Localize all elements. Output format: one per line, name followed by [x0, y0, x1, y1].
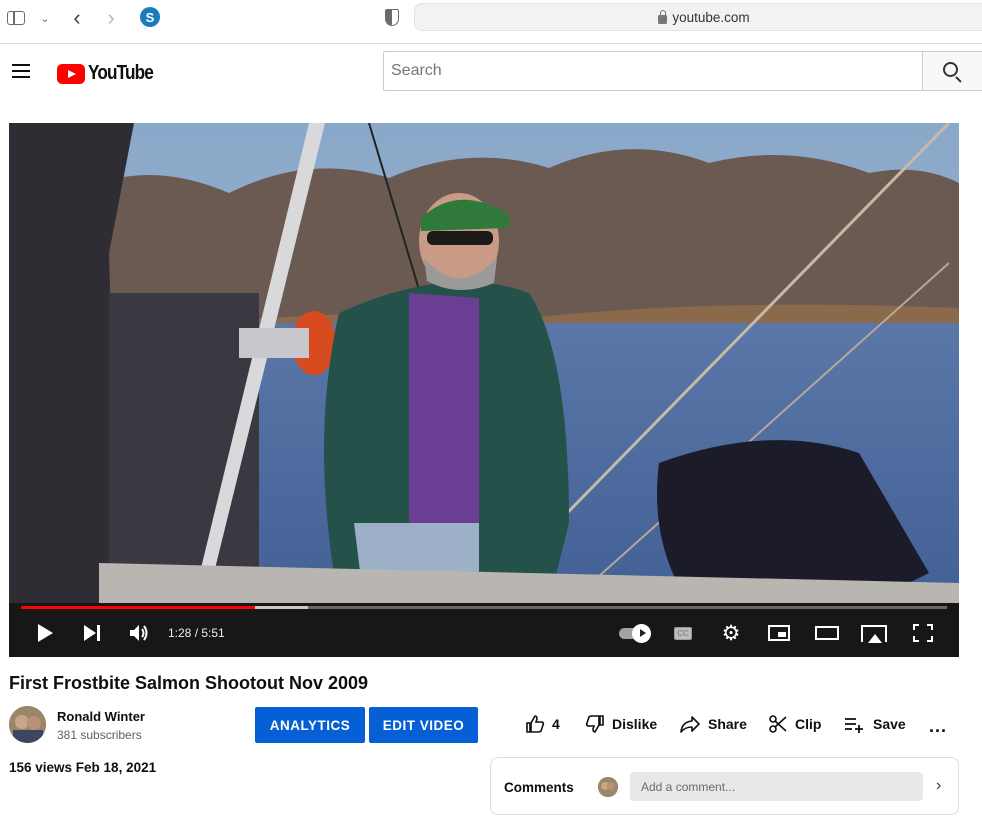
- time-display: 1:28 / 5:51: [168, 626, 225, 640]
- menu-icon[interactable]: [12, 64, 30, 78]
- like-button[interactable]: 4: [525, 713, 560, 735]
- save-button[interactable]: Save: [844, 713, 906, 735]
- edit-video-button[interactable]: EDIT VIDEO: [369, 707, 478, 743]
- comments-label: Comments: [504, 780, 574, 795]
- views-and-date: 156 views Feb 18, 2021: [9, 760, 157, 775]
- url-text: youtube.com: [672, 9, 750, 25]
- subscriber-count: 381 subscribers: [57, 728, 142, 742]
- youtube-logo[interactable]: YouTube: [57, 62, 164, 85]
- play-icon[interactable]: [35, 621, 55, 645]
- thumbs-up-icon: [526, 715, 545, 733]
- video-frame: [9, 123, 959, 657]
- share-button[interactable]: Share: [679, 713, 747, 735]
- gear-icon[interactable]: ⚙: [719, 621, 743, 645]
- search-button[interactable]: [922, 51, 982, 91]
- share-icon: [680, 716, 700, 733]
- clip-label: Clip: [795, 716, 822, 732]
- cc-label: CC: [674, 626, 692, 640]
- user-avatar: [598, 777, 618, 797]
- next-icon[interactable]: [81, 621, 103, 645]
- captions-icon[interactable]: CC: [671, 621, 695, 645]
- share-label: Share: [708, 716, 747, 732]
- logo-text: YouTube: [88, 62, 154, 84]
- airplay-icon[interactable]: [860, 621, 888, 645]
- channel-name[interactable]: Ronald Winter: [57, 709, 145, 724]
- autoplay-toggle[interactable]: [616, 621, 651, 645]
- more-options-icon[interactable]: ...: [929, 715, 947, 737]
- channel-avatar[interactable]: [9, 706, 46, 743]
- sidebar-icon[interactable]: [5, 8, 27, 28]
- extension-letter: S: [145, 9, 155, 25]
- clip-button[interactable]: Clip: [768, 713, 821, 735]
- thumbs-down-icon: [585, 715, 604, 733]
- youtube-header: YouTube: [0, 45, 982, 99]
- volume-icon[interactable]: [127, 621, 151, 645]
- dislike-button[interactable]: Dislike: [585, 713, 657, 735]
- like-count: 4: [552, 716, 560, 732]
- chevron-down-icon[interactable]: ⌄: [34, 8, 56, 28]
- comments-panel[interactable]: Comments ›: [490, 757, 959, 815]
- youtube-play-icon: [57, 63, 85, 84]
- dislike-label: Dislike: [612, 716, 658, 732]
- forward-icon[interactable]: ›: [100, 5, 122, 30]
- scissors-icon: [769, 715, 787, 733]
- comment-input[interactable]: [630, 772, 923, 801]
- search-input[interactable]: [383, 51, 922, 91]
- theater-mode-icon[interactable]: [814, 621, 840, 645]
- save-label: Save: [873, 716, 906, 732]
- chevron-right-icon[interactable]: ›: [936, 777, 941, 795]
- progress-bar[interactable]: [21, 606, 947, 609]
- add-to-playlist-icon: [845, 718, 863, 733]
- browser-toolbar: ⌄ ‹ › S youtube.com: [0, 0, 982, 44]
- miniplayer-icon[interactable]: [766, 621, 792, 645]
- fullscreen-icon[interactable]: [911, 621, 935, 645]
- video-title: First Frostbite Salmon Shootout Nov 2009: [9, 673, 369, 693]
- search-bar: [383, 51, 982, 91]
- extension-icon[interactable]: S: [140, 7, 160, 27]
- player-controls: 1:28 / 5:51 CC ⚙: [9, 613, 959, 657]
- back-icon[interactable]: ‹: [66, 5, 88, 30]
- video-player[interactable]: 1:28 / 5:51 CC ⚙: [9, 123, 959, 657]
- progress-played: [21, 606, 256, 609]
- lock-icon: [658, 9, 668, 24]
- shield-icon[interactable]: [381, 7, 403, 27]
- analytics-button[interactable]: ANALYTICS: [255, 707, 365, 743]
- search-icon: [943, 61, 958, 77]
- address-bar[interactable]: youtube.com: [414, 3, 982, 31]
